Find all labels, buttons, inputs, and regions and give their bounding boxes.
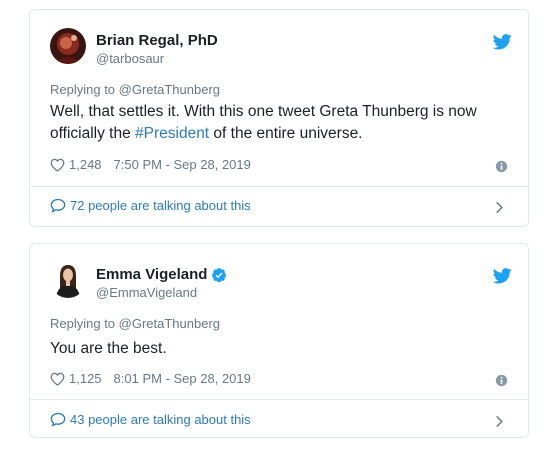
divider xyxy=(30,186,528,187)
heart-icon[interactable] xyxy=(50,158,65,172)
talking-about-text[interactable]: 72 people are talking about this xyxy=(70,198,251,213)
talking-about-text[interactable]: 43 people are talking about this xyxy=(70,412,251,427)
author-name[interactable]: Emma Vigeland xyxy=(96,266,207,283)
author-handle[interactable]: @EmmaVigeland xyxy=(96,285,197,300)
timestamp-link[interactable]: 7:50 PM - Sep 28, 2019 xyxy=(114,157,251,172)
author-name[interactable]: Brian Regal, PhD xyxy=(96,32,218,49)
chevron-right-icon[interactable] xyxy=(495,415,504,428)
info-icon[interactable] xyxy=(495,160,508,173)
reply-handle-link[interactable]: @GretaThunberg xyxy=(119,82,220,97)
tweet-meta: 1,248 7:50 PM - Sep 28, 2019 xyxy=(50,157,251,172)
reply-handle-link[interactable]: @GretaThunberg xyxy=(119,316,220,331)
verified-badge-icon xyxy=(212,267,227,282)
speech-bubble-icon xyxy=(50,412,66,427)
chevron-right-icon[interactable] xyxy=(495,201,504,214)
divider xyxy=(30,399,528,400)
speech-bubble-icon xyxy=(50,198,66,213)
tweet-text: You are the best. xyxy=(50,340,167,357)
talking-about-link[interactable]: 43 people are talking about this xyxy=(50,412,251,427)
avatar[interactable] xyxy=(50,262,86,298)
author-handle[interactable]: @tarbosaur xyxy=(96,51,164,66)
replying-to: Replying to @GretaThunberg xyxy=(50,82,221,97)
heart-icon[interactable] xyxy=(50,372,65,386)
tweet-card[interactable]: Brian Regal, PhD @tarbosaur Replying to … xyxy=(29,9,529,227)
replying-to: Replying to @GretaThunberg xyxy=(50,316,221,331)
like-count[interactable]: 1,125 xyxy=(69,371,102,386)
like-count[interactable]: 1,248 xyxy=(69,157,102,172)
twitter-bird-icon[interactable] xyxy=(493,268,512,284)
hashtag-link[interactable]: #President xyxy=(135,125,209,142)
timestamp-link[interactable]: 8:01 PM - Sep 28, 2019 xyxy=(114,371,251,386)
tweet-card[interactable]: Emma Vigeland @EmmaVigeland Replying to … xyxy=(29,243,529,438)
twitter-bird-icon[interactable] xyxy=(493,34,512,50)
tweet-meta: 1,125 8:01 PM - Sep 28, 2019 xyxy=(50,371,251,386)
tweet-text: Well, that settles it. With this one twe… xyxy=(50,103,477,142)
info-icon[interactable] xyxy=(495,374,508,387)
avatar[interactable] xyxy=(50,28,86,64)
talking-about-link[interactable]: 72 people are talking about this xyxy=(50,198,251,213)
